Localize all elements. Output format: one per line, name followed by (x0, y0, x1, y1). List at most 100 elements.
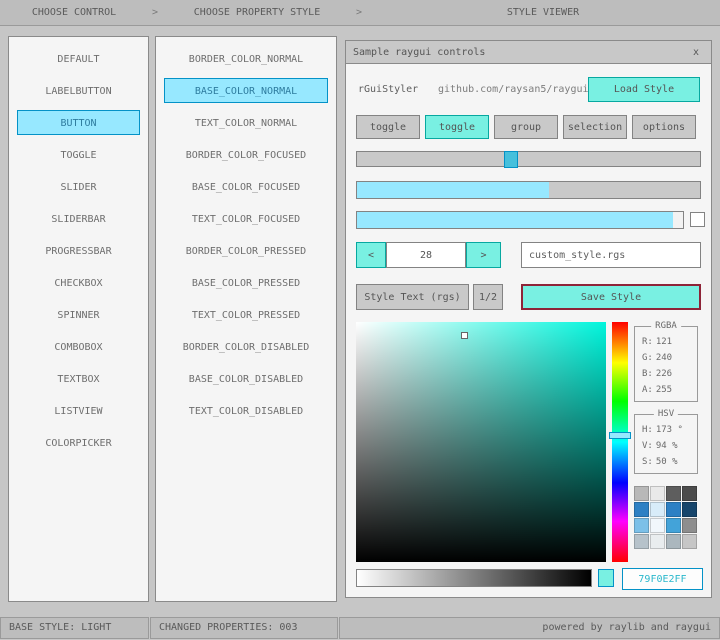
property-list-item-selected[interactable]: BASE_COLOR_NORMAL (164, 78, 328, 103)
palette-swatch[interactable] (634, 518, 649, 533)
toggle-button[interactable]: toggle (356, 115, 420, 139)
control-list-item[interactable]: COMBOBOX (17, 334, 140, 359)
property-list-item[interactable]: TEXT_COLOR_PRESSED (164, 302, 328, 327)
h-value: 173 ° (655, 425, 683, 435)
control-list-item[interactable]: CHECKBOX (17, 270, 140, 295)
toggle-button[interactable]: options (632, 115, 696, 139)
h-label: H: (642, 425, 653, 435)
g-value: 240 (655, 353, 673, 363)
control-list-item[interactable]: SLIDERBAR (17, 206, 140, 231)
property-list-item[interactable]: BORDER_COLOR_PRESSED (164, 238, 328, 263)
style-text-button[interactable]: Style Text (rgs) (356, 284, 469, 310)
control-list-item[interactable]: TEXTBOX (17, 366, 140, 391)
palette-swatch[interactable] (666, 502, 681, 517)
style-viewer-window: Sample raygui controls x rGuiStyler gith… (345, 40, 712, 598)
status-base-style: BASE STYLE: LIGHT (0, 617, 149, 639)
palette-swatch[interactable] (650, 518, 665, 533)
rgba-title: RGBA (651, 321, 681, 331)
palette-swatch[interactable] (682, 486, 697, 501)
s-value: 50 % (655, 457, 678, 467)
slider-handle[interactable] (504, 151, 519, 168)
palette-swatch[interactable] (682, 502, 697, 517)
palette-swatch[interactable] (634, 502, 649, 517)
b-label: B: (642, 369, 653, 379)
sample-progressbar (356, 181, 701, 199)
progress-fill (357, 182, 550, 198)
control-list-item[interactable]: LABELBUTTON (17, 78, 140, 103)
palette-swatch[interactable] (666, 486, 681, 501)
control-list-item[interactable]: PROGRESSBAR (17, 238, 140, 263)
hex-color-input[interactable]: 79F0E2FF (622, 568, 703, 590)
hsv-groupbox: HSV H: 173 ° V: 94 % S: 50 % (634, 409, 698, 474)
rgba-row: G: 240 (635, 350, 697, 366)
hue-slider[interactable] (609, 322, 631, 562)
property-list-item[interactable]: BORDER_COLOR_DISABLED (164, 334, 328, 359)
top-toolbar: CHOOSE CONTROL > CHOOSE PROPERTY STYLE >… (0, 0, 720, 26)
filename-input[interactable] (521, 242, 701, 268)
control-list-item[interactable]: TOGGLE (17, 142, 140, 167)
status-changed-properties: CHANGED PROPERTIES: 003 (150, 617, 338, 639)
close-icon[interactable]: x (688, 47, 704, 58)
hue-slider-handle[interactable] (609, 432, 631, 440)
window-title-bar[interactable]: Sample raygui controls x (346, 41, 711, 64)
sample-sliderbar[interactable] (356, 211, 684, 229)
chevron-right-icon: > (151, 7, 159, 18)
value-slider[interactable] (356, 569, 592, 587)
repo-link[interactable]: github.com/raysan5/raygui (438, 84, 589, 95)
hsv-title: HSV (653, 409, 679, 419)
palette-swatch[interactable] (682, 518, 697, 533)
rguistyler-app: CHOOSE CONTROL > CHOOSE PROPERTY STYLE >… (0, 0, 720, 640)
control-list-item[interactable]: COLORPICKER (17, 430, 140, 455)
rgba-row: A: 255 (635, 382, 697, 398)
page-indicator-button[interactable]: 1/2 (473, 284, 503, 310)
v-label: V: (642, 441, 653, 451)
g-label: G: (642, 353, 653, 363)
hsv-row: V: 94 % (635, 438, 697, 454)
b-value: 226 (655, 369, 673, 379)
toggle-button-active[interactable]: toggle (425, 115, 489, 139)
palette-swatch[interactable] (666, 518, 681, 533)
property-list-item[interactable]: TEXT_COLOR_FOCUSED (164, 206, 328, 231)
property-list-item[interactable]: BASE_COLOR_FOCUSED (164, 174, 328, 199)
status-powered-by: powered by raylib and raygui (339, 617, 720, 639)
s-label: S: (642, 457, 653, 467)
a-label: A: (642, 385, 653, 395)
control-list-item[interactable]: SPINNER (17, 302, 140, 327)
palette-swatch[interactable] (650, 534, 665, 549)
style-viewer-header: STYLE VIEWER (506, 7, 580, 18)
color-panel[interactable] (356, 322, 606, 562)
chevron-right-icon: > (355, 7, 363, 18)
property-list-item[interactable]: BASE_COLOR_DISABLED (164, 366, 328, 391)
control-list-item[interactable]: SLIDER (17, 174, 140, 199)
controls-list: DEFAULT LABELBUTTON BUTTON TOGGLE SLIDER… (8, 36, 149, 602)
control-list-item[interactable]: LISTVIEW (17, 398, 140, 423)
control-list-item[interactable]: DEFAULT (17, 46, 140, 71)
control-list-item-selected[interactable]: BUTTON (17, 110, 140, 135)
palette-swatch[interactable] (634, 534, 649, 549)
property-list-item[interactable]: TEXT_COLOR_DISABLED (164, 398, 328, 423)
property-list-item[interactable]: BORDER_COLOR_FOCUSED (164, 142, 328, 167)
toggle-button[interactable]: selection (563, 115, 627, 139)
rgba-row: R: 121 (635, 334, 697, 350)
hsv-row: H: 173 ° (635, 422, 697, 438)
window-body: rGuiStyler github.com/raysan5/raygui Loa… (346, 64, 711, 597)
save-style-button[interactable]: Save Style (521, 284, 701, 310)
property-list-item[interactable]: BASE_COLOR_PRESSED (164, 270, 328, 295)
palette-swatch[interactable] (650, 502, 665, 517)
palette-swatch[interactable] (682, 534, 697, 549)
v-value: 94 % (655, 441, 678, 451)
palette-swatch[interactable] (650, 486, 665, 501)
spinner-value[interactable]: 28 (386, 242, 466, 268)
toggle-button[interactable]: group (494, 115, 558, 139)
palette-swatch[interactable] (666, 534, 681, 549)
load-style-button[interactable]: Load Style (588, 77, 700, 102)
property-list-item[interactable]: TEXT_COLOR_NORMAL (164, 110, 328, 135)
property-list-item[interactable]: BORDER_COLOR_NORMAL (164, 46, 328, 71)
style-palette (634, 486, 700, 549)
spinner-increment-button[interactable]: > (466, 242, 501, 268)
spinner-decrement-button[interactable]: < (356, 242, 386, 268)
palette-swatch[interactable] (634, 486, 649, 501)
sample-checkbox[interactable] (690, 212, 705, 227)
color-panel-cursor[interactable] (461, 331, 468, 339)
sample-slider[interactable] (356, 151, 701, 168)
